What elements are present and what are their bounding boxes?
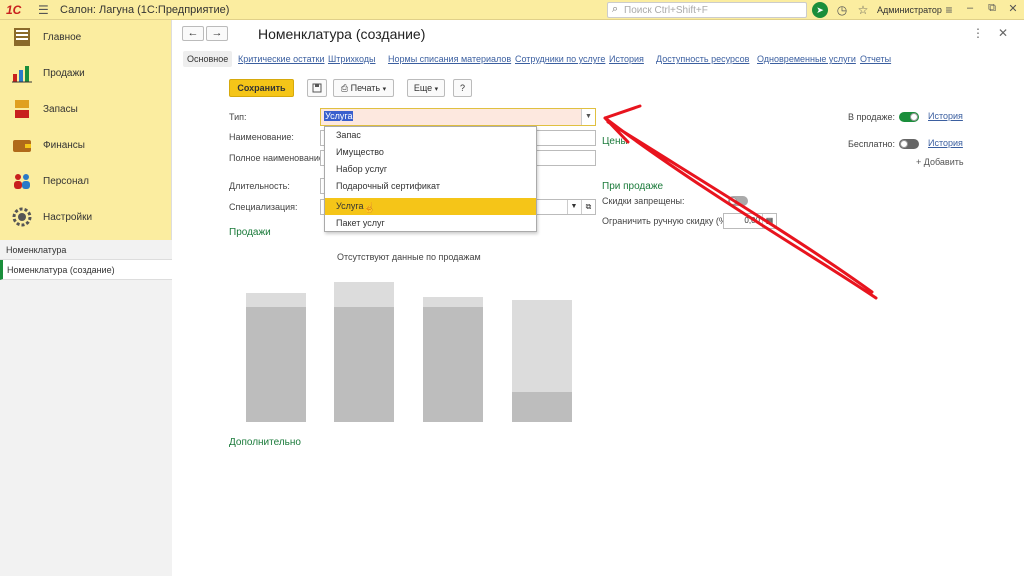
on-sale-toggle[interactable] [899,112,919,122]
prices-section-title: Цены [602,136,628,147]
sidebar-item-label: Запасы [43,104,78,115]
sales-chart-icon [10,62,34,86]
calculator-icon[interactable]: ▦ [762,214,776,228]
sidebar-item-inventory[interactable]: Запасы [0,92,172,128]
on-sale-history-link[interactable]: История [928,111,963,121]
open-window-item[interactable]: Номенклатура (создание) [0,260,172,280]
main-content: ← → Номенклатура (создание) ⋮ ✕ Основное… [172,20,1024,576]
notifications-icon[interactable]: ➤ [812,2,828,18]
close-window-button[interactable]: ✕ [1005,2,1021,15]
full-name-label: Полное наименование: [229,153,327,163]
type-select[interactable]: Услуга ▼ [320,108,596,126]
back-button[interactable]: ← [182,26,204,41]
tab-resource-availability[interactable]: Доступность ресурсов [656,54,749,64]
sidebar-item-staff[interactable]: Персонал [0,164,172,200]
maximize-button[interactable]: ⧉ [984,2,1000,15]
add-price-link[interactable]: + Добавить [916,157,964,167]
dropdown-option[interactable]: Пакет услуг [325,215,536,232]
free-label: Бесплатно: [848,139,895,149]
user-name[interactable]: Администратор [877,5,942,15]
dropdown-option[interactable]: Имущество [325,144,536,161]
more-actions-icon[interactable]: ⋮ [972,26,984,40]
duration-label: Длительность: [229,181,290,191]
sidebar-item-finance[interactable]: Финансы [0,128,172,164]
tab-reports[interactable]: Отчеты [860,54,891,64]
sidebar-item-label: Продажи [43,68,85,79]
chevron-down-icon: ▾ [382,86,387,93]
chevron-down-icon: ▾ [434,86,439,93]
title-bar: 1С ☰ Салон: Лагуна (1С:Предприятие) ⌕ ➤ … [0,0,1024,20]
discounts-forbidden-toggle[interactable] [728,196,748,206]
at-sale-section-title: При продаже [602,181,664,192]
on-sale-label: В продаже: [848,112,895,122]
sidebar-item-label: Финансы [43,140,85,151]
search-icon: ⌕ [612,3,619,15]
placeholder-bar-fill [423,307,483,422]
minimize-button[interactable]: – [962,2,978,14]
tab-service-staff[interactable]: Сотрудники по услуге [515,54,605,64]
window-title: Салон: Лагуна (1С:Предприятие) [60,4,230,16]
chevron-down-icon[interactable]: ▼ [567,200,580,214]
gear-icon [10,206,34,230]
sidebar-item-main[interactable]: Главное [0,20,172,56]
manual-discount-field[interactable]: 0,00 ▦ [723,213,777,229]
inventory-icon [10,98,34,122]
sales-section-title: Продажи [229,227,271,238]
wallet-icon [10,134,34,158]
app-logo: 1С [6,3,22,17]
save-button[interactable]: Сохранить [229,79,294,97]
tab-concurrent-services[interactable]: Одновременные услуги [757,54,856,64]
no-sales-caption: Отсутствуют данные по продажам [337,252,481,262]
type-dropdown-list: Запас Имущество Набор услуг Подарочный с… [324,126,537,232]
tab-critical-stock[interactable]: Критические остатки [238,54,325,64]
specialization-label: Специализация: [229,202,298,212]
tab-barcodes[interactable]: Штрихкоды [328,54,375,64]
open-windows-header[interactable]: Номенклатура [0,240,172,260]
forward-button[interactable]: → [206,26,228,41]
dropdown-option[interactable]: Запас [325,127,536,144]
extra-section-title: Дополнительно [229,437,301,448]
placeholder-bar-fill [334,307,394,422]
settings-menu-icon[interactable]: ≡ [941,2,957,18]
type-label: Тип: [229,112,247,122]
sidebar-item-settings[interactable]: Настройки [0,200,172,236]
page-title: Номенклатура (создание) [258,26,426,42]
sidebar-item-label: Настройки [43,212,93,223]
sidebar-item-label: Персонал [43,176,89,187]
sidebar-item-sales[interactable]: Продажи [0,56,172,92]
sidebar-item-label: Главное [43,32,82,43]
close-form-button[interactable]: ✕ [998,26,1008,40]
sidebar: Главное Продажи Запасы Финансы Персонал … [0,20,172,576]
tab-material-norms[interactable]: Нормы списания материалов [388,54,511,64]
search-box[interactable]: ⌕ [607,2,807,18]
more-button[interactable]: Еще ▾ [407,79,445,97]
free-toggle[interactable] [899,139,919,149]
manual-discount-label: Ограничить ручную скидку (%): [602,216,733,226]
tab-history[interactable]: История [609,54,644,64]
print-button[interactable]: ⎙ Печать ▾ [333,79,394,97]
home-icon [10,26,34,50]
type-value: Услуга [324,111,354,121]
dropdown-option[interactable]: Подарочный сертификат [325,178,536,195]
free-history-link[interactable]: История [928,138,963,148]
placeholder-bar-fill [246,307,306,422]
open-windows-panel: Номенклатура Номенклатура (создание) [0,240,172,576]
printer-icon: ⎙ [340,83,349,93]
open-icon[interactable]: ⧉ [581,200,595,214]
name-label: Наименование: [229,132,294,142]
menu-icon[interactable]: ☰ [38,3,49,17]
dropdown-option-selected[interactable]: Услуга ☝ [325,198,536,215]
placeholder-bar-fill [512,392,572,422]
chevron-down-icon[interactable]: ▼ [581,109,595,125]
discounts-forbidden-label: Скидки запрещены: [602,196,685,206]
favorites-star-icon[interactable]: ☆ [855,2,871,18]
search-input[interactable] [624,4,804,16]
save-icon-button[interactable] [307,79,327,97]
history-icon[interactable]: ◷ [834,2,850,18]
help-button[interactable]: ? [453,79,472,97]
people-icon [10,170,34,194]
dropdown-option[interactable]: Набор услуг [325,161,536,178]
tab-main[interactable]: Основное [183,51,233,67]
